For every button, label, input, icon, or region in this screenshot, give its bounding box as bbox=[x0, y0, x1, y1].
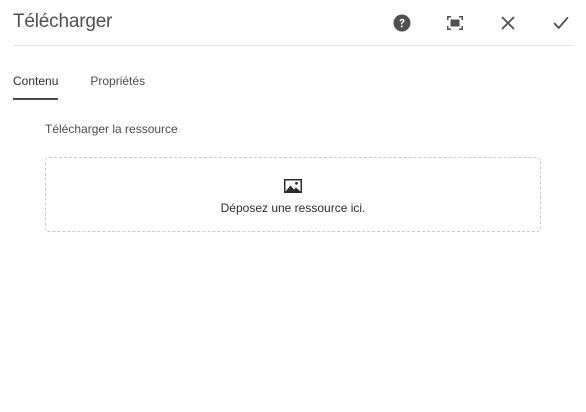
header-actions bbox=[390, 11, 573, 35]
dialog-header: Télécharger bbox=[13, 0, 573, 46]
done-button[interactable] bbox=[549, 11, 573, 35]
tab-proprietes[interactable]: Propriétés bbox=[90, 60, 145, 100]
help-button[interactable] bbox=[390, 11, 414, 35]
close-icon bbox=[501, 16, 515, 30]
dropzone-text: Déposez une ressource ici. bbox=[220, 200, 366, 215]
fullscreen-icon bbox=[446, 15, 464, 31]
dialog-title: Télécharger bbox=[13, 11, 113, 32]
image-icon bbox=[284, 178, 302, 193]
close-button[interactable] bbox=[496, 11, 520, 35]
checkmark-icon bbox=[553, 16, 569, 30]
asset-dropzone[interactable]: Déposez une ressource ici. bbox=[45, 157, 541, 232]
upload-field-label: Télécharger la ressource bbox=[45, 122, 178, 136]
upload-dialog: Télécharger Contenu Propriétés Télécharg… bbox=[0, 0, 586, 412]
tab-panel-content: Télécharger la ressource Déposez une res… bbox=[45, 120, 541, 232]
help-icon bbox=[393, 14, 411, 32]
fullscreen-button[interactable] bbox=[443, 11, 467, 35]
tab-list: Contenu Propriétés bbox=[13, 60, 177, 100]
tab-contenu[interactable]: Contenu bbox=[13, 60, 59, 100]
